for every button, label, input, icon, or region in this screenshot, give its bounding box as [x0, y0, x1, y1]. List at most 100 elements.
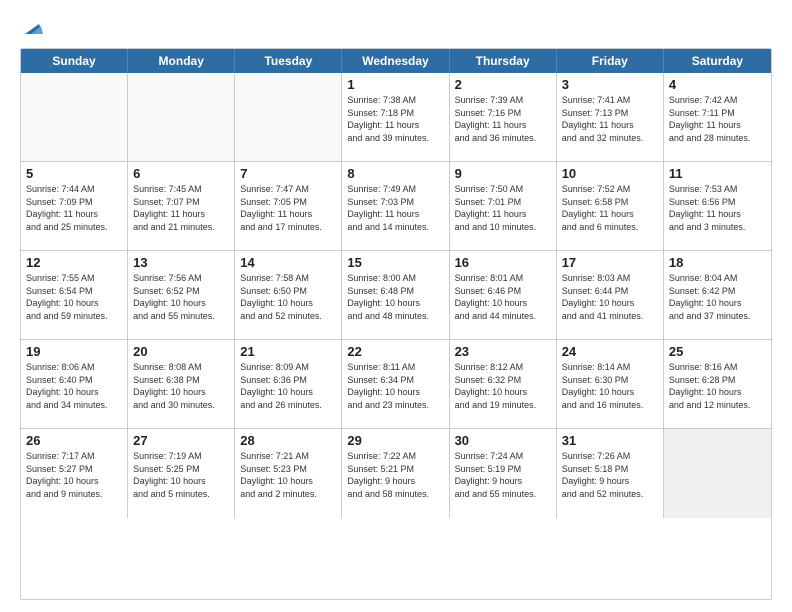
calendar-cell: 11 Sunrise: 7:53 AMSunset: 6:56 PMDayligh…	[664, 162, 771, 250]
day-number: 24	[562, 344, 658, 359]
cell-info: Sunrise: 7:50 AMSunset: 7:01 PMDaylight:…	[455, 183, 551, 233]
cell-info: Sunrise: 7:53 AMSunset: 6:56 PMDaylight:…	[669, 183, 766, 233]
calendar-cell: 2 Sunrise: 7:39 AMSunset: 7:16 PMDaylight…	[450, 73, 557, 161]
calendar-cell: 28 Sunrise: 7:21 AMSunset: 5:23 PMDayligh…	[235, 429, 342, 518]
calendar-header: SundayMondayTuesdayWednesdayThursdayFrid…	[21, 49, 771, 73]
calendar-cell: 22 Sunrise: 8:11 AMSunset: 6:34 PMDayligh…	[342, 340, 449, 428]
cell-info: Sunrise: 7:55 AMSunset: 6:54 PMDaylight:…	[26, 272, 122, 322]
calendar-cell: 30Sunrise: 7:24 AMSunset: 5:19 PMDayligh…	[450, 429, 557, 518]
day-number: 30	[455, 433, 551, 448]
day-number: 25	[669, 344, 766, 359]
calendar-cell: 12 Sunrise: 7:55 AMSunset: 6:54 PMDayligh…	[21, 251, 128, 339]
cell-info: Sunrise: 7:19 AMSunset: 5:25 PMDaylight:…	[133, 450, 229, 500]
day-number: 27	[133, 433, 229, 448]
logo	[20, 16, 44, 38]
calendar-cell: 15 Sunrise: 8:00 AMSunset: 6:48 PMDayligh…	[342, 251, 449, 339]
cell-info: Sunrise: 7:39 AMSunset: 7:16 PMDaylight:…	[455, 94, 551, 144]
calendar-cell: 26 Sunrise: 7:17 AMSunset: 5:27 PMDayligh…	[21, 429, 128, 518]
calendar-cell: 1Sunrise: 7:38 AMSunset: 7:18 PMDaylight…	[342, 73, 449, 161]
cell-info: Sunrise: 8:03 AMSunset: 6:44 PMDaylight:…	[562, 272, 658, 322]
weekday-header: Saturday	[664, 49, 771, 73]
day-number: 2	[455, 77, 551, 92]
weekday-header: Friday	[557, 49, 664, 73]
calendar-week: 26 Sunrise: 7:17 AMSunset: 5:27 PMDayligh…	[21, 429, 771, 518]
day-number: 4	[669, 77, 766, 92]
calendar-week: 19Sunrise: 8:06 AMSunset: 6:40 PMDayligh…	[21, 340, 771, 429]
day-number: 11	[669, 166, 766, 181]
weekday-header: Thursday	[450, 49, 557, 73]
calendar-week: 12 Sunrise: 7:55 AMSunset: 6:54 PMDayligh…	[21, 251, 771, 340]
calendar-week: 5Sunrise: 7:44 AMSunset: 7:09 PMDaylight…	[21, 162, 771, 251]
day-number: 23	[455, 344, 551, 359]
day-number: 8	[347, 166, 443, 181]
day-number: 17	[562, 255, 658, 270]
day-number: 15	[347, 255, 443, 270]
cell-info: Sunrise: 7:42 AMSunset: 7:11 PMDaylight:…	[669, 94, 766, 144]
cell-info: Sunrise: 7:58 AMSunset: 6:50 PMDaylight:…	[240, 272, 336, 322]
calendar-cell: 20Sunrise: 8:08 AMSunset: 6:38 PMDayligh…	[128, 340, 235, 428]
day-number: 19	[26, 344, 122, 359]
cell-info: Sunrise: 7:17 AMSunset: 5:27 PMDaylight:…	[26, 450, 122, 500]
calendar-cell	[235, 73, 342, 161]
calendar-cell: 25Sunrise: 8:16 AMSunset: 6:28 PMDayligh…	[664, 340, 771, 428]
day-number: 22	[347, 344, 443, 359]
cell-info: Sunrise: 7:52 AMSunset: 6:58 PMDaylight:…	[562, 183, 658, 233]
cell-info: Sunrise: 7:47 AMSunset: 7:05 PMDaylight:…	[240, 183, 336, 233]
calendar-cell: 9 Sunrise: 7:50 AMSunset: 7:01 PMDaylight…	[450, 162, 557, 250]
logo-text	[20, 16, 44, 38]
cell-info: Sunrise: 7:21 AMSunset: 5:23 PMDaylight:…	[240, 450, 336, 500]
cell-info: Sunrise: 8:04 AMSunset: 6:42 PMDaylight:…	[669, 272, 766, 322]
weekday-header: Sunday	[21, 49, 128, 73]
logo-icon	[21, 16, 43, 38]
cell-info: Sunrise: 8:09 AMSunset: 6:36 PMDaylight:…	[240, 361, 336, 411]
day-number: 29	[347, 433, 443, 448]
day-number: 6	[133, 166, 229, 181]
calendar-cell	[21, 73, 128, 161]
calendar-cell: 19Sunrise: 8:06 AMSunset: 6:40 PMDayligh…	[21, 340, 128, 428]
calendar-cell: 29 Sunrise: 7:22 AMSunset: 5:21 PMDayligh…	[342, 429, 449, 518]
day-number: 16	[455, 255, 551, 270]
cell-info: Sunrise: 7:41 AMSunset: 7:13 PMDaylight:…	[562, 94, 658, 144]
day-number: 3	[562, 77, 658, 92]
day-number: 9	[455, 166, 551, 181]
day-number: 31	[562, 433, 658, 448]
header	[20, 16, 772, 38]
cell-info: Sunrise: 8:00 AMSunset: 6:48 PMDaylight:…	[347, 272, 443, 322]
day-number: 26	[26, 433, 122, 448]
calendar-cell: 6 Sunrise: 7:45 AMSunset: 7:07 PMDaylight…	[128, 162, 235, 250]
calendar-cell: 5Sunrise: 7:44 AMSunset: 7:09 PMDaylight…	[21, 162, 128, 250]
calendar-cell: 24 Sunrise: 8:14 AMSunset: 6:30 PMDayligh…	[557, 340, 664, 428]
day-number: 21	[240, 344, 336, 359]
day-number: 7	[240, 166, 336, 181]
calendar-cell: 3 Sunrise: 7:41 AMSunset: 7:13 PMDaylight…	[557, 73, 664, 161]
calendar-body: 1Sunrise: 7:38 AMSunset: 7:18 PMDaylight…	[21, 73, 771, 518]
weekday-header: Wednesday	[342, 49, 449, 73]
calendar-cell: 31 Sunrise: 7:26 AMSunset: 5:18 PMDayligh…	[557, 429, 664, 518]
cell-info: Sunrise: 7:22 AMSunset: 5:21 PMDaylight:…	[347, 450, 443, 500]
cell-info: Sunrise: 7:26 AMSunset: 5:18 PMDaylight:…	[562, 450, 658, 500]
calendar-cell: 8 Sunrise: 7:49 AMSunset: 7:03 PMDaylight…	[342, 162, 449, 250]
day-number: 12	[26, 255, 122, 270]
cell-info: Sunrise: 8:11 AMSunset: 6:34 PMDaylight:…	[347, 361, 443, 411]
calendar-cell: 10 Sunrise: 7:52 AMSunset: 6:58 PMDayligh…	[557, 162, 664, 250]
calendar-cell: 16 Sunrise: 8:01 AMSunset: 6:46 PMDayligh…	[450, 251, 557, 339]
cell-info: Sunrise: 8:14 AMSunset: 6:30 PMDaylight:…	[562, 361, 658, 411]
day-number: 20	[133, 344, 229, 359]
calendar-cell: 14 Sunrise: 7:58 AMSunset: 6:50 PMDayligh…	[235, 251, 342, 339]
calendar-cell: 27 Sunrise: 7:19 AMSunset: 5:25 PMDayligh…	[128, 429, 235, 518]
cell-info: Sunrise: 7:56 AMSunset: 6:52 PMDaylight:…	[133, 272, 229, 322]
page: SundayMondayTuesdayWednesdayThursdayFrid…	[0, 0, 792, 612]
calendar-cell: 18 Sunrise: 8:04 AMSunset: 6:42 PMDayligh…	[664, 251, 771, 339]
cell-info: Sunrise: 7:44 AMSunset: 7:09 PMDaylight:…	[26, 183, 122, 233]
cell-info: Sunrise: 7:49 AMSunset: 7:03 PMDaylight:…	[347, 183, 443, 233]
cell-info: Sunrise: 8:01 AMSunset: 6:46 PMDaylight:…	[455, 272, 551, 322]
calendar-cell	[128, 73, 235, 161]
day-number: 13	[133, 255, 229, 270]
day-number: 28	[240, 433, 336, 448]
calendar-cell: 4 Sunrise: 7:42 AMSunset: 7:11 PMDaylight…	[664, 73, 771, 161]
calendar: SundayMondayTuesdayWednesdayThursdayFrid…	[20, 48, 772, 600]
day-number: 10	[562, 166, 658, 181]
day-number: 14	[240, 255, 336, 270]
cell-info: Sunrise: 7:45 AMSunset: 7:07 PMDaylight:…	[133, 183, 229, 233]
day-number: 18	[669, 255, 766, 270]
